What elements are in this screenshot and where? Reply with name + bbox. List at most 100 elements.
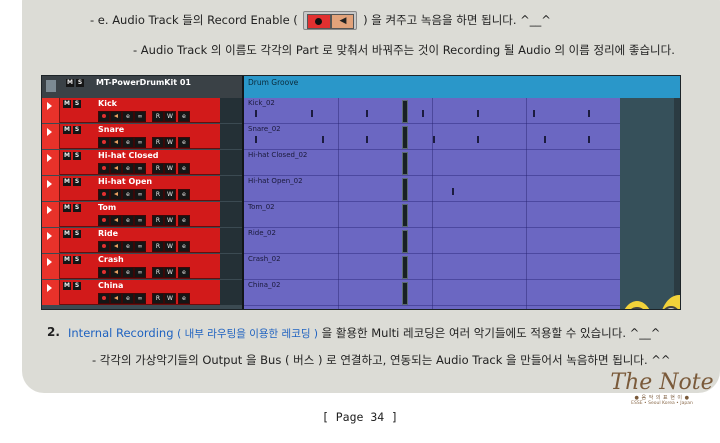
record-enable-button[interactable] (98, 293, 110, 304)
mute-button[interactable]: M (63, 126, 71, 134)
link-button[interactable]: ∞ (134, 111, 146, 122)
track-header[interactable]: M S Hi-hat Closed e ∞ R We (60, 150, 220, 175)
write-button[interactable]: W (164, 137, 176, 148)
track-row[interactable]: M S Crash e ∞ R We (42, 254, 408, 279)
record-enable-button[interactable] (98, 215, 110, 226)
solo-button[interactable]: S (76, 79, 84, 87)
read-button[interactable]: R (152, 267, 164, 278)
track-row[interactable]: M S Kick e ∞ R We (42, 98, 408, 123)
edit-instrument-button[interactable]: e (178, 267, 190, 278)
monitor-button[interactable] (110, 163, 122, 174)
read-button[interactable]: R (152, 215, 164, 226)
track-header[interactable]: M S Tom e ∞ R We (60, 202, 220, 227)
monitor-button[interactable] (110, 215, 122, 226)
track-expand-icon[interactable] (42, 202, 60, 227)
link-button[interactable]: ∞ (134, 137, 146, 148)
track-header[interactable]: M S Crash e ∞ R We (60, 254, 220, 279)
record-enable-button[interactable] (98, 163, 110, 174)
edit-button[interactable]: e (122, 163, 134, 174)
edit-button[interactable]: e (122, 111, 134, 122)
solo-button[interactable]: S (73, 178, 81, 186)
track-expand-icon[interactable] (42, 98, 60, 123)
edit-button[interactable]: e (122, 267, 134, 278)
link-button[interactable]: ∞ (134, 267, 146, 278)
edit-button[interactable]: e (122, 293, 134, 304)
mute-button[interactable]: M (63, 204, 71, 212)
read-button[interactable]: R (152, 137, 164, 148)
track-header[interactable]: M S China e ∞ R We (60, 280, 220, 305)
write-button[interactable]: W (164, 215, 176, 226)
mute-button[interactable]: M (63, 282, 71, 290)
track-header[interactable]: M S Snare e ∞ R We (60, 124, 220, 149)
part-label: Hi-hat Closed_02 (248, 151, 308, 159)
solo-button[interactable]: S (73, 100, 81, 108)
solo-button[interactable]: S (73, 230, 81, 238)
track-header[interactable]: M S Kick e ∞ R We (60, 98, 220, 123)
edit-instrument-button[interactable]: e (178, 137, 190, 148)
edit-button[interactable]: e (122, 241, 134, 252)
read-button[interactable]: R (152, 111, 164, 122)
solo-button[interactable]: S (73, 126, 81, 134)
monitor-button[interactable] (110, 267, 122, 278)
link-button[interactable]: ∞ (134, 215, 146, 226)
read-button[interactable]: R (152, 293, 164, 304)
write-button[interactable]: W (164, 267, 176, 278)
mute-button[interactable]: M (63, 178, 71, 186)
track-row[interactable]: M S Ride e ∞ R We (42, 228, 408, 253)
monitor-button[interactable] (110, 137, 122, 148)
link-button[interactable]: ∞ (134, 241, 146, 252)
edit-instrument-button[interactable]: e (178, 189, 190, 200)
write-button[interactable]: W (164, 241, 176, 252)
solo-button[interactable]: S (73, 256, 81, 264)
write-button[interactable]: W (164, 163, 176, 174)
mute-button[interactable]: M (63, 152, 71, 160)
mute-button[interactable]: M (63, 230, 71, 238)
edit-instrument-button[interactable]: e (178, 111, 190, 122)
write-button[interactable]: W (164, 189, 176, 200)
record-enable-button[interactable] (98, 241, 110, 252)
edit-button[interactable]: e (122, 215, 134, 226)
track-expand-icon[interactable] (42, 280, 60, 305)
track-row[interactable]: M S China e ∞ R We (42, 280, 408, 305)
edit-instrument-button[interactable]: e (178, 215, 190, 226)
edit-button[interactable]: e (122, 137, 134, 148)
monitor-button[interactable] (110, 241, 122, 252)
track-expand-icon[interactable] (42, 124, 60, 149)
track-row[interactable]: M S Hi-hat Open e ∞ R We (42, 176, 408, 201)
edit-instrument-button[interactable]: e (178, 241, 190, 252)
track-expand-icon[interactable] (42, 176, 60, 201)
read-button[interactable]: R (152, 163, 164, 174)
track-row[interactable]: M S Hi-hat Closed e ∞ R We (42, 150, 408, 175)
read-button[interactable]: R (152, 241, 164, 252)
edit-instrument-button[interactable]: e (178, 293, 190, 304)
record-enable-button[interactable] (98, 111, 110, 122)
edit-instrument-button[interactable]: e (178, 163, 190, 174)
record-enable-button[interactable] (98, 267, 110, 278)
record-enable-button[interactable] (98, 137, 110, 148)
track-expand-icon[interactable] (42, 150, 60, 175)
link-button[interactable]: ∞ (134, 293, 146, 304)
edit-button[interactable]: e (122, 189, 134, 200)
track-row[interactable]: M S Snare e ∞ R We (42, 124, 408, 149)
solo-button[interactable]: S (73, 282, 81, 290)
write-button[interactable]: W (164, 293, 176, 304)
mute-button[interactable]: M (63, 256, 71, 264)
track-header[interactable]: M S Ride e ∞ R We (60, 228, 220, 253)
mute-button[interactable]: M (66, 79, 74, 87)
vertical-scrollbar[interactable] (674, 98, 680, 309)
solo-button[interactable]: S (73, 152, 81, 160)
track-header[interactable]: M S Hi-hat Open e ∞ R We (60, 176, 220, 201)
monitor-button[interactable] (110, 111, 122, 122)
monitor-button[interactable] (110, 189, 122, 200)
solo-button[interactable]: S (73, 204, 81, 212)
write-button[interactable]: W (164, 111, 176, 122)
link-button[interactable]: ∞ (134, 163, 146, 174)
track-expand-icon[interactable] (42, 254, 60, 279)
read-button[interactable]: R (152, 189, 164, 200)
monitor-button[interactable] (110, 293, 122, 304)
track-expand-icon[interactable] (42, 228, 60, 253)
mute-button[interactable]: M (63, 100, 71, 108)
link-button[interactable]: ∞ (134, 189, 146, 200)
track-row[interactable]: M S Tom e ∞ R We (42, 202, 408, 227)
record-enable-button[interactable] (98, 189, 110, 200)
